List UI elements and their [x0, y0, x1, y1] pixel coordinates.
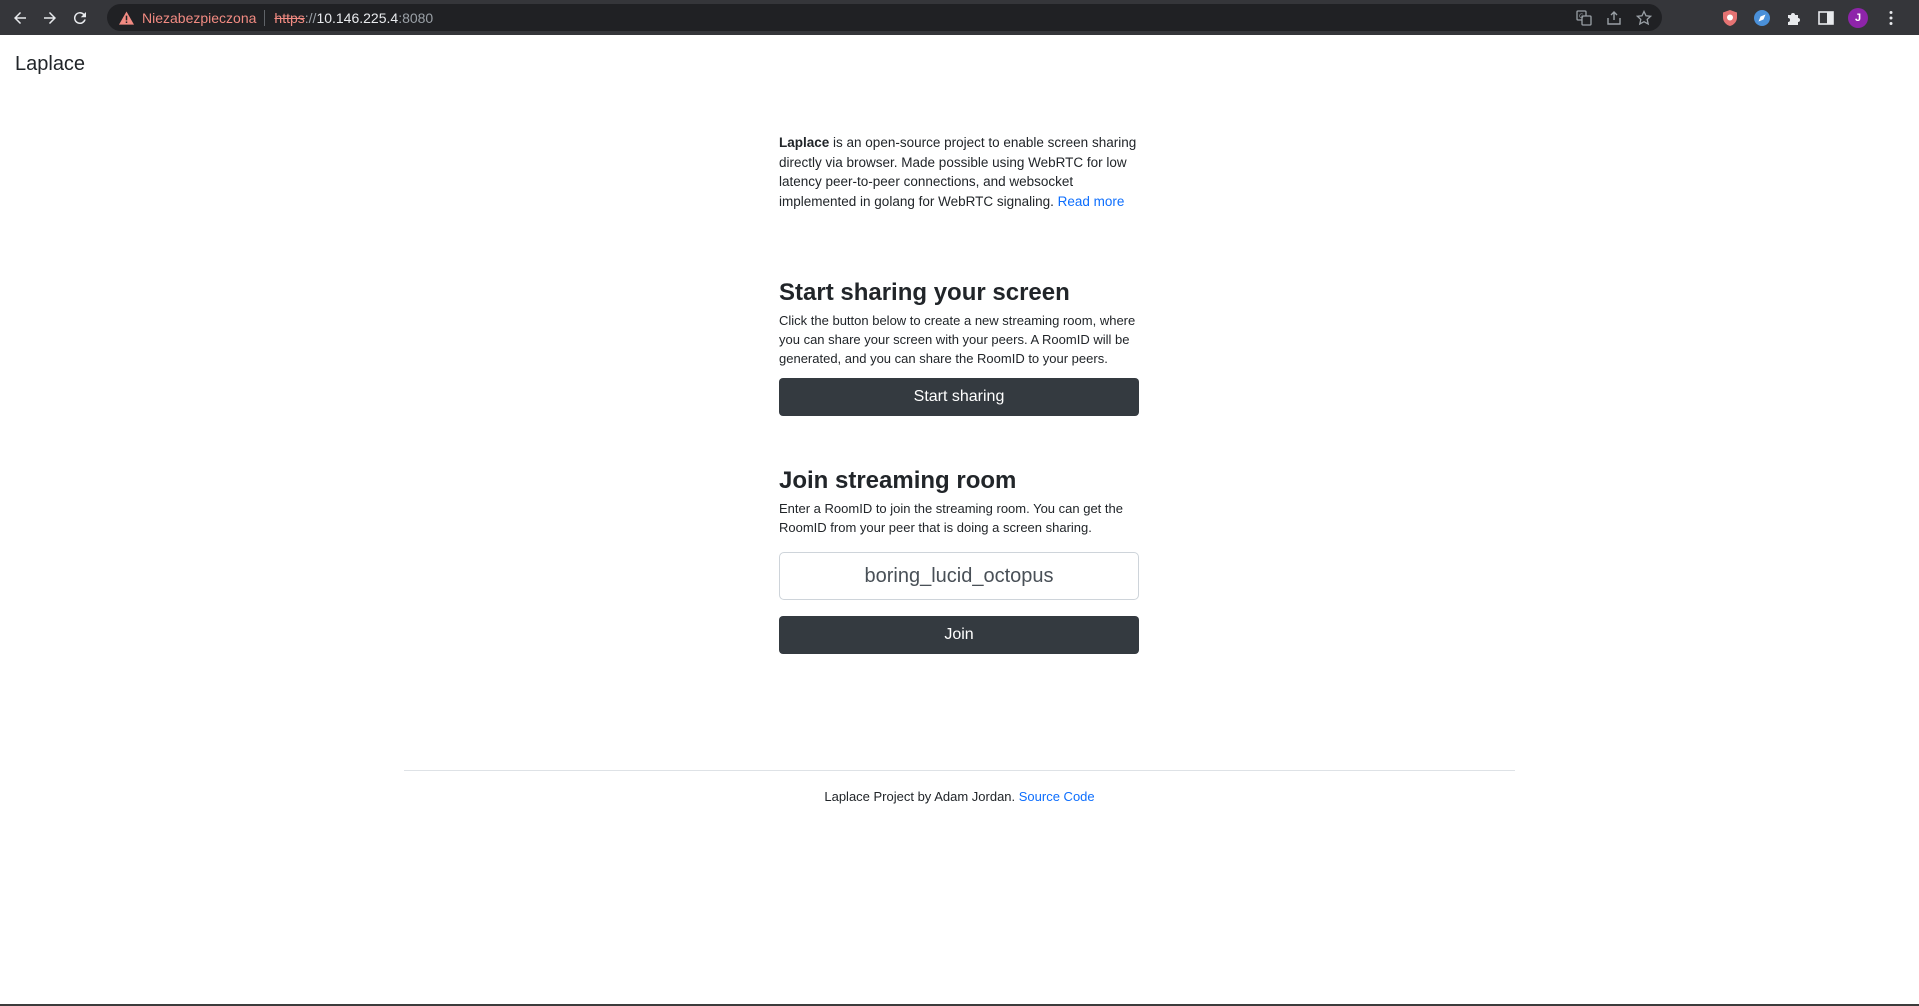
share-title: Start sharing your screen: [779, 279, 1070, 306]
address-divider: [264, 9, 266, 26]
footer: Laplace Project by Adam Jordan. Source C…: [0, 789, 1919, 804]
intro-paragraph: Laplace is an open-source project to ena…: [779, 133, 1140, 211]
footer-divider: [404, 770, 1515, 771]
translate-icon[interactable]: G: [1576, 9, 1592, 26]
security-label[interactable]: Niezabezpieczona: [142, 10, 256, 26]
svg-text:G: G: [1579, 13, 1584, 20]
intro-brand: Laplace: [779, 135, 830, 150]
join-button[interactable]: Join: [779, 616, 1139, 654]
url-scheme: https: [274, 9, 305, 26]
room-id-input[interactable]: [779, 552, 1139, 600]
join-title: Join streaming room: [779, 467, 1017, 494]
url-separator: ://: [304, 9, 317, 26]
forward-arrow-icon[interactable]: [35, 3, 65, 33]
footer-text: Laplace Project by Adam Jordan.: [824, 789, 1019, 804]
profile-avatar[interactable]: J: [1848, 7, 1868, 28]
main-content: Laplace is an open-source project to ena…: [779, 133, 1140, 654]
url-port: :8080: [398, 9, 434, 26]
reload-icon[interactable]: [65, 3, 95, 33]
shield-extension-icon[interactable]: [1720, 8, 1739, 27]
address-bar-actions: G: [1576, 4, 1652, 31]
navbar-brand[interactable]: Laplace: [15, 53, 85, 76]
share-icon[interactable]: [1606, 10, 1622, 26]
back-arrow-icon[interactable]: [5, 3, 35, 33]
kebab-menu-icon[interactable]: [1881, 8, 1900, 27]
read-more-link[interactable]: Read more: [1058, 194, 1125, 209]
start-sharing-button[interactable]: Start sharing: [779, 378, 1139, 416]
compass-extension-icon[interactable]: [1752, 8, 1771, 27]
address-bar[interactable]: Niezabezpieczona https://10.146.225.4:80…: [107, 4, 1662, 31]
share-description: Click the button below to create a new s…: [779, 313, 1136, 366]
url-host: 10.146.225.4: [316, 9, 399, 26]
warning-triangle-icon[interactable]: [119, 10, 134, 25]
extensions-area: J: [1720, 4, 1900, 31]
side-panel-icon[interactable]: [1816, 8, 1835, 27]
browser-toolbar: Niezabezpieczona https://10.146.225.4:80…: [0, 0, 1919, 35]
bookmark-star-icon[interactable]: [1636, 9, 1652, 26]
source-code-link[interactable]: Source Code: [1019, 789, 1095, 804]
join-description: Enter a RoomID to join the streaming roo…: [779, 501, 1123, 535]
puzzle-extensions-icon[interactable]: [1784, 8, 1803, 27]
